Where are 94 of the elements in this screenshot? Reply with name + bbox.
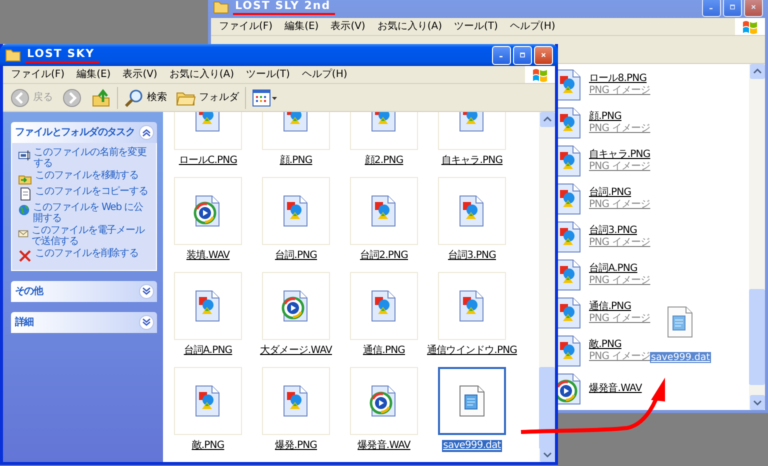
file-name[interactable]: 通信.PNG — [362, 345, 406, 357]
file-name[interactable]: 大ダメージ.WAV — [259, 345, 333, 357]
scroll-down-icon[interactable] — [750, 395, 764, 410]
maximize-icon — [520, 50, 525, 60]
window-title: LOST SLY 2nd — [233, 0, 335, 15]
close-icon — [751, 2, 756, 12]
window-title: LOST SKY — [25, 47, 99, 63]
search-icon — [124, 88, 144, 108]
flag-logo-icon — [741, 18, 759, 34]
chevron-button[interactable] — [139, 125, 154, 140]
dragged-file-name: save999.dat — [650, 352, 711, 364]
file-type: PNG イメージ — [589, 351, 650, 363]
folder-up-icon — [91, 88, 111, 108]
file-name[interactable]: ロールC.PNG — [178, 155, 238, 167]
menu-item[interactable]: ヘルプ(H) — [504, 20, 562, 32]
file-name[interactable]: 台詞A.PNG — [182, 345, 234, 357]
task-link[interactable]: このファイルを移動する — [35, 171, 138, 182]
minimize-button[interactable] — [702, 0, 721, 16]
task-link[interactable]: このファイルを電子メールで送信する — [32, 226, 152, 247]
menu-item[interactable]: 表示(V) — [324, 20, 372, 32]
folder-icon — [213, 0, 229, 14]
folder-icon — [5, 48, 21, 62]
file-name[interactable]: 敵.PNG — [190, 440, 226, 452]
view-grid-icon — [252, 88, 278, 106]
file-name[interactable]: 爆発音.WAV — [356, 440, 412, 452]
scrollbar-thumb[interactable] — [539, 367, 555, 449]
file-name[interactable]: 爆発.PNG — [274, 440, 318, 452]
file-name[interactable]: ロール8.PNG — [589, 73, 650, 85]
folders-button[interactable]: フォルダ — [173, 88, 242, 108]
file-name[interactable]: 爆発音.WAV — [589, 383, 642, 395]
chevron-up-icon — [142, 128, 151, 137]
menu-item[interactable]: 編集(E) — [70, 68, 117, 80]
file-name[interactable]: 台詞A.PNG — [589, 263, 650, 275]
menu-item[interactable]: ファイル(F) — [213, 20, 279, 32]
file-name[interactable]: 台詞.PNG — [589, 187, 650, 199]
maximize-button[interactable] — [513, 46, 532, 64]
file-name[interactable]: 台詞2.PNG — [358, 250, 409, 262]
search-button[interactable]: 検索 — [121, 86, 170, 108]
task-link[interactable]: このファイルの名前を変更する — [34, 148, 152, 169]
rename-icon — [18, 148, 31, 162]
menu-item[interactable]: ヘルプ(H) — [296, 68, 354, 80]
close-icon — [541, 50, 546, 60]
file-name[interactable]: 顔.PNG — [278, 155, 314, 167]
file-name[interactable]: 敵.PNG — [589, 339, 650, 351]
panel-title: ファイルとフォルダのタスク — [15, 126, 135, 138]
file-type: PNG イメージ — [589, 85, 650, 97]
menu-item[interactable]: ファイル(F) — [5, 68, 71, 80]
scrollbar-thumb[interactable] — [749, 289, 765, 385]
file-name[interactable]: 装填.WAV — [185, 250, 231, 262]
task-link[interactable]: このファイルを削除する — [35, 249, 138, 260]
chevron-button[interactable] — [139, 284, 154, 299]
thumbnail-frame[interactable] — [438, 367, 506, 435]
flag-logo-icon — [531, 66, 549, 82]
copy-icon — [18, 187, 32, 201]
file-type: PNG イメージ — [589, 123, 650, 135]
panel-title: 詳細 — [15, 316, 34, 328]
chevron-down-icon — [142, 287, 151, 296]
close-button[interactable] — [744, 0, 763, 16]
menu-item[interactable]: 編集(E) — [278, 20, 325, 32]
file-name[interactable]: save999.dat — [442, 440, 502, 452]
minimize-button[interactable] — [492, 46, 511, 64]
task-link[interactable]: このファイルを Web に公開する — [33, 203, 152, 224]
delete-icon — [18, 249, 32, 263]
file-name[interactable]: 通信ウインドウ.PNG — [426, 345, 518, 357]
file-type: PNG イメージ — [589, 199, 650, 211]
scrollbar[interactable] — [539, 112, 555, 462]
file-name[interactable]: 台詞3.PNG — [446, 250, 497, 262]
menu-item[interactable]: お気に入り(A) — [163, 68, 240, 80]
file-type: PNG イメージ — [589, 161, 650, 173]
menu-item[interactable]: ツール(T) — [240, 68, 296, 80]
file-name[interactable]: 自キャラ.PNG — [589, 149, 650, 161]
file-type: PNG イメージ — [589, 275, 650, 287]
scrollbar[interactable] — [749, 64, 765, 410]
menu-item[interactable]: お気に入り(A) — [371, 20, 448, 32]
scroll-up-icon[interactable] — [750, 64, 764, 79]
file-name[interactable]: 台詞3.PNG — [589, 225, 650, 237]
scroll-up-icon[interactable] — [540, 112, 554, 127]
maximize-icon — [730, 2, 735, 12]
file-name[interactable]: 顔.PNG — [589, 111, 650, 123]
file-type: PNG イメージ — [589, 313, 650, 325]
menu-item[interactable]: ツール(T) — [448, 20, 504, 32]
file-type: PNG イメージ — [589, 237, 650, 249]
chevron-down-icon — [142, 318, 151, 327]
file-name[interactable]: 自キャラ.PNG — [440, 155, 504, 167]
file-name[interactable]: 顔2.PNG — [364, 155, 404, 167]
maximize-button[interactable] — [723, 0, 742, 16]
task-link[interactable]: このファイルをコピーする — [35, 187, 148, 198]
menu-item[interactable]: 表示(V) — [116, 68, 164, 80]
file-name[interactable]: 台詞.PNG — [274, 250, 318, 262]
panel-title: その他 — [15, 286, 43, 298]
file-name[interactable]: 通信.PNG — [589, 301, 650, 313]
chevron-button[interactable] — [139, 315, 154, 330]
globe-icon — [18, 203, 30, 217]
close-button[interactable] — [534, 46, 553, 64]
